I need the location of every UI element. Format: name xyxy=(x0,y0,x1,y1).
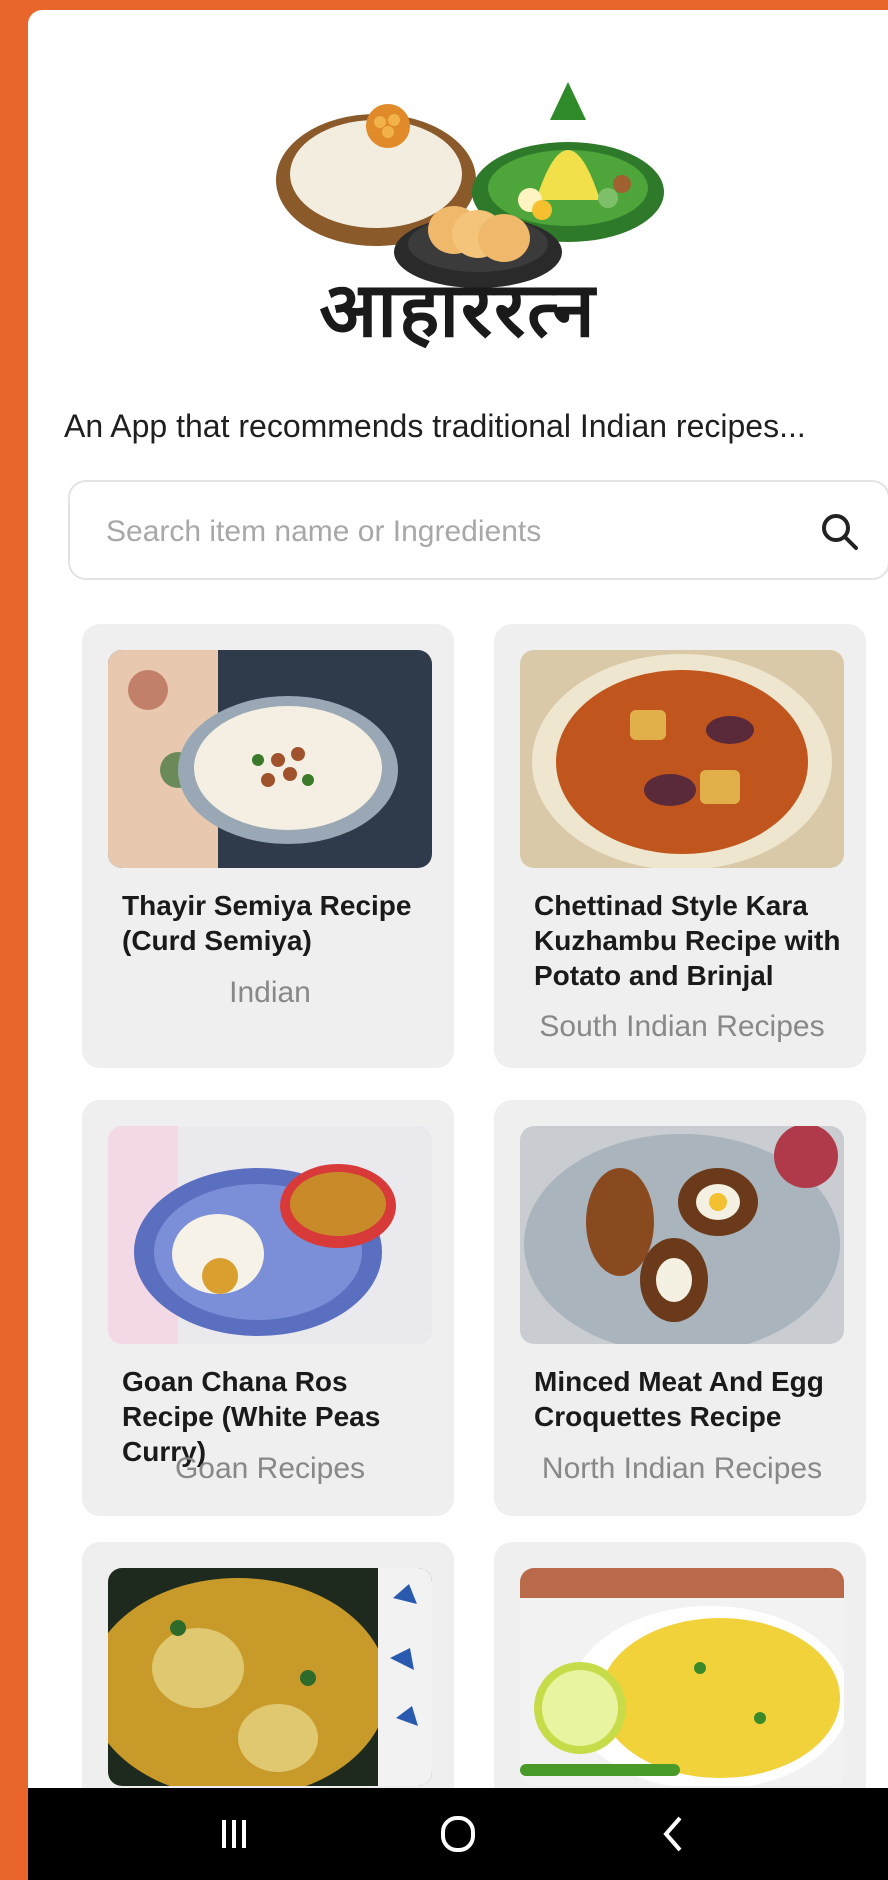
search-bar xyxy=(68,480,888,580)
recipe-photo xyxy=(520,1568,844,1786)
recipe-cuisine: North Indian Recipes xyxy=(541,1452,823,1485)
recipe-card[interactable]: Chettinad Style Kara Kuzhambu Recipe wit… xyxy=(494,624,866,1068)
search-icon[interactable] xyxy=(818,510,862,554)
recipe-photo xyxy=(108,1568,432,1786)
recipe-title: Chettinad Style Kara Kuzhambu Recipe wit… xyxy=(534,890,841,991)
recipe-photo xyxy=(520,650,844,868)
app-brand-name: आहाररत्न xyxy=(319,265,597,354)
recipe-card[interactable]: Goan Chana Ros Recipe (White Peas Curry)… xyxy=(82,1100,454,1516)
system-nav-bar xyxy=(28,1788,888,1880)
recipe-card[interactable]: Thayir Semiya Recipe (Curd Semiya) India… xyxy=(82,624,454,1068)
recipe-cuisine: Goan Recipes xyxy=(174,1452,366,1485)
recipe-photo xyxy=(108,1126,432,1344)
recipe-cuisine: South Indian Recipes xyxy=(539,1010,825,1043)
recents-icon[interactable] xyxy=(206,1806,262,1862)
recipe-title: Thayir Semiya Recipe (Curd Semiya) xyxy=(122,890,412,956)
back-icon[interactable] xyxy=(646,1806,702,1862)
recipe-title: Minced Meat And Egg Croquettes Recipe xyxy=(534,1366,824,1432)
search-input[interactable] xyxy=(104,508,768,556)
recipe-cuisine: Indian xyxy=(229,976,311,1009)
app-tagline: An App that recommends traditional India… xyxy=(64,408,806,444)
recipe-photo xyxy=(108,650,432,868)
home-icon[interactable] xyxy=(430,1806,486,1862)
app-screen: आहाररत्न An App that recommends traditio… xyxy=(28,10,888,1880)
recipe-card[interactable]: Minced Meat And Egg Croquettes Recipe No… xyxy=(494,1100,866,1516)
recipe-photo xyxy=(520,1126,844,1344)
